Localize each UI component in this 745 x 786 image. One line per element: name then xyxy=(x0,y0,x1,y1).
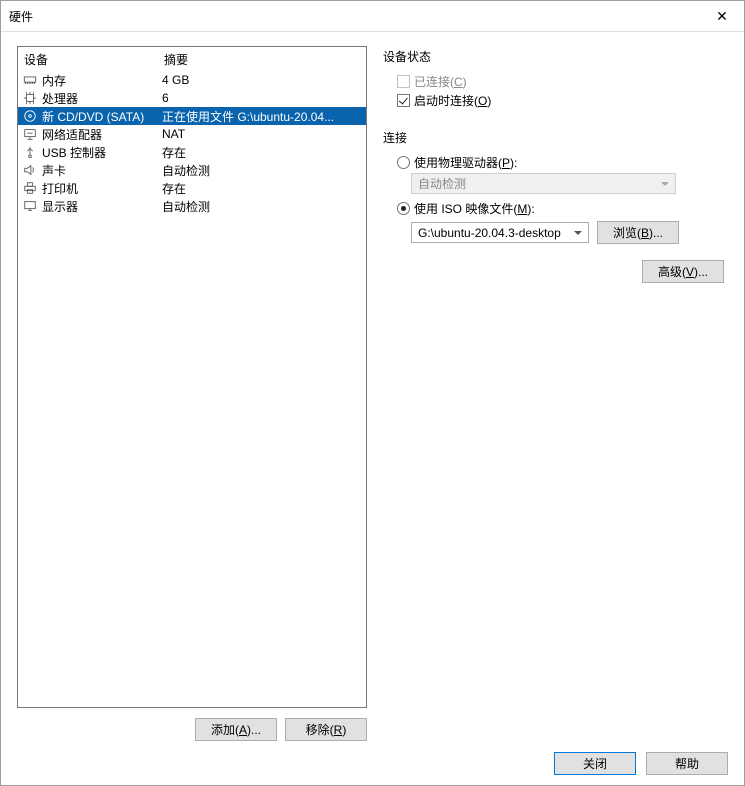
browse-button[interactable]: 浏览(B)... xyxy=(597,221,679,244)
hardware-rows: 内存4 GB处理器6新 CD/DVD (SATA)正在使用文件 G:\ubunt… xyxy=(18,71,366,215)
device-label: 处理器 xyxy=(42,90,162,107)
device-summary: 4 GB xyxy=(162,73,362,87)
hardware-dialog: 硬件 ✕ 设备 摘要 内存4 GB处理器6新 CD/DVD (SATA)正在使用… xyxy=(0,0,745,786)
connection-group: 使用物理驱动器(P): 自动检测 使用 ISO 映像文件(M): xyxy=(383,152,724,244)
printer-icon xyxy=(22,180,38,196)
device-summary: 自动检测 xyxy=(162,162,362,179)
hardware-buttons-row: 添加(A)... 移除(R) xyxy=(17,708,367,741)
hardware-row-display[interactable]: 显示器自动检测 xyxy=(18,197,366,215)
hardware-row-network[interactable]: 网络适配器NAT xyxy=(18,125,366,143)
connected-label: 已连接(C) xyxy=(414,73,467,90)
device-label: 新 CD/DVD (SATA) xyxy=(42,108,162,125)
memory-icon xyxy=(22,72,38,88)
device-label: 内存 xyxy=(42,72,162,89)
device-detail-panel: 设备状态 已连接(C) 启动时连接(O) 连接 xyxy=(383,46,728,741)
device-label: 打印机 xyxy=(42,180,162,197)
close-button[interactable]: 关闭 xyxy=(554,752,636,775)
close-icon[interactable]: ✕ xyxy=(708,8,736,24)
connection-title: 连接 xyxy=(383,129,724,146)
device-summary: 正在使用文件 G:\ubuntu-20.04... xyxy=(162,108,362,125)
dialog-body: 设备 摘要 内存4 GB处理器6新 CD/DVD (SATA)正在使用文件 G:… xyxy=(1,32,744,741)
dialog-footer: 关闭 帮助 xyxy=(1,741,744,785)
hardware-list-panel: 设备 摘要 内存4 GB处理器6新 CD/DVD (SATA)正在使用文件 G:… xyxy=(17,46,367,741)
physical-drive-radio[interactable] xyxy=(397,156,410,169)
column-header-summary: 摘要 xyxy=(164,51,360,68)
device-summary: 自动检测 xyxy=(162,198,362,215)
network-icon xyxy=(22,126,38,142)
hardware-row-sound[interactable]: 声卡自动检测 xyxy=(18,161,366,179)
iso-file-label: 使用 ISO 映像文件(M): xyxy=(414,200,535,217)
device-label: 声卡 xyxy=(42,162,162,179)
hardware-list: 设备 摘要 内存4 GB处理器6新 CD/DVD (SATA)正在使用文件 G:… xyxy=(17,46,367,708)
hardware-row-cdrom[interactable]: 新 CD/DVD (SATA)正在使用文件 G:\ubuntu-20.04... xyxy=(18,107,366,125)
connect-on-start-checkbox[interactable] xyxy=(397,94,410,107)
help-button[interactable]: 帮助 xyxy=(646,752,728,775)
hardware-row-usb[interactable]: USB 控制器存在 xyxy=(18,143,366,161)
hardware-row-memory[interactable]: 内存4 GB xyxy=(18,71,366,89)
connected-checkbox xyxy=(397,75,410,88)
hardware-row-cpu[interactable]: 处理器6 xyxy=(18,89,366,107)
device-summary: 6 xyxy=(162,91,362,105)
titlebar: 硬件 ✕ xyxy=(1,1,744,32)
sound-icon xyxy=(22,162,38,178)
physical-drive-select: 自动检测 xyxy=(411,173,676,194)
connect-on-start-label: 启动时连接(O) xyxy=(414,92,491,109)
display-icon xyxy=(22,198,38,214)
device-summary: NAT xyxy=(162,127,362,141)
device-label: 网络适配器 xyxy=(42,126,162,143)
device-label: USB 控制器 xyxy=(42,144,162,161)
iso-path-select[interactable]: G:\ubuntu-20.04.3-desktop xyxy=(411,222,589,243)
disc-icon xyxy=(22,108,38,124)
physical-drive-label: 使用物理驱动器(P): xyxy=(414,154,517,171)
column-header-device: 设备 xyxy=(24,51,164,68)
add-button[interactable]: 添加(A)... xyxy=(195,718,277,741)
hardware-row-printer[interactable]: 打印机存在 xyxy=(18,179,366,197)
cpu-icon xyxy=(22,90,38,106)
remove-button[interactable]: 移除(R) xyxy=(285,718,367,741)
hardware-list-header: 设备 摘要 xyxy=(18,47,366,71)
device-summary: 存在 xyxy=(162,180,362,197)
device-label: 显示器 xyxy=(42,198,162,215)
advanced-button[interactable]: 高级(V)... xyxy=(642,260,724,283)
usb-icon xyxy=(22,144,38,160)
dialog-title: 硬件 xyxy=(9,8,708,25)
device-summary: 存在 xyxy=(162,144,362,161)
device-status-group: 已连接(C) 启动时连接(O) xyxy=(383,71,724,111)
device-status-title: 设备状态 xyxy=(383,48,724,65)
iso-file-radio[interactable] xyxy=(397,202,410,215)
